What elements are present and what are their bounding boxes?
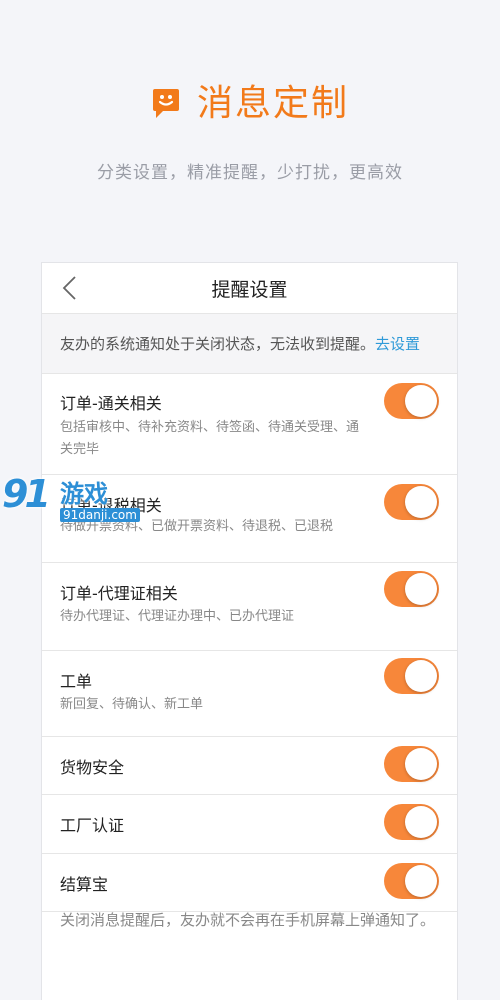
toggle-knob: [405, 748, 437, 780]
hero-title-row: 消息定制: [0, 84, 500, 124]
setting-row-work-order: 工单 新回复、待确认、新工单: [42, 651, 457, 737]
nav-bar: 提醒设置: [42, 263, 457, 314]
setting-row-settlement: 结算宝: [42, 854, 457, 912]
toggle-switch[interactable]: [384, 383, 439, 419]
footer-note: 关闭消息提醒后，友办就不会再在手机屏幕上弹通知了。: [60, 911, 436, 929]
go-settings-link[interactable]: 去设置: [375, 333, 420, 354]
toggle-knob: [405, 660, 437, 692]
hero-subtitle: 分类设置，精准提醒，少打扰，更高效: [97, 163, 403, 183]
toggle-knob: [405, 573, 437, 605]
smiley-chat-icon: [152, 89, 179, 118]
setting-row-cargo-safety: 货物安全: [42, 737, 457, 795]
notification-banner: 友办的系统通知处于关闭状态，无法收到提醒。 去设置: [42, 314, 457, 374]
setting-title: 货物安全: [60, 758, 125, 777]
watermark-logo: 91: [2, 472, 51, 516]
page-title: 提醒设置: [211, 278, 288, 301]
phone-screen: 提醒设置 友办的系统通知处于关闭状态，无法收到提醒。 去设置 订单-通关相关 包…: [41, 262, 458, 1000]
toggle-switch[interactable]: [384, 484, 439, 520]
toggle-knob: [405, 385, 437, 417]
watermark-url: 91danji.com: [60, 508, 140, 522]
hero-title: 消息定制: [196, 83, 349, 124]
toggle-switch[interactable]: [384, 863, 439, 899]
setting-title: 结算宝: [60, 875, 109, 894]
toggle-switch[interactable]: [384, 571, 439, 607]
setting-title: 工单: [60, 672, 93, 691]
setting-desc: 新回复、待确认、新工单: [60, 697, 204, 712]
chevron-left-icon[interactable]: [60, 275, 80, 301]
setting-row-factory-cert: 工厂认证: [42, 795, 457, 854]
watermark-name: 游戏: [60, 480, 108, 508]
setting-title: 工厂认证: [60, 816, 125, 835]
toggle-knob: [405, 486, 437, 518]
notice-text: 友办的系统通知处于关闭状态，无法收到提醒。: [60, 335, 376, 353]
toggle-switch[interactable]: [384, 658, 439, 694]
setting-title: 订单-通关相关: [60, 394, 162, 413]
toggle-switch[interactable]: [384, 804, 439, 840]
setting-title: 订单-代理证相关: [60, 584, 178, 603]
hero-section: 消息定制 分类设置，精准提醒，少打扰，更高效: [0, 0, 500, 262]
setting-desc: 包括审核中、待补充资料、待签函、待通关受理、通关完毕: [60, 420, 360, 457]
toggle-knob: [405, 806, 437, 838]
setting-row-agency-cert: 订单-代理证相关 待办代理证、代理证办理中、已办代理证: [42, 563, 457, 651]
watermark: 91 游戏 91danji.com: [0, 470, 140, 530]
toggle-switch[interactable]: [384, 746, 439, 782]
setting-desc: 待办代理证、代理证办理中、已办代理证: [60, 609, 295, 624]
toggle-knob: [405, 865, 437, 897]
setting-row-customs: 订单-通关相关 包括审核中、待补充资料、待签函、待通关受理、通关完毕: [42, 374, 457, 475]
